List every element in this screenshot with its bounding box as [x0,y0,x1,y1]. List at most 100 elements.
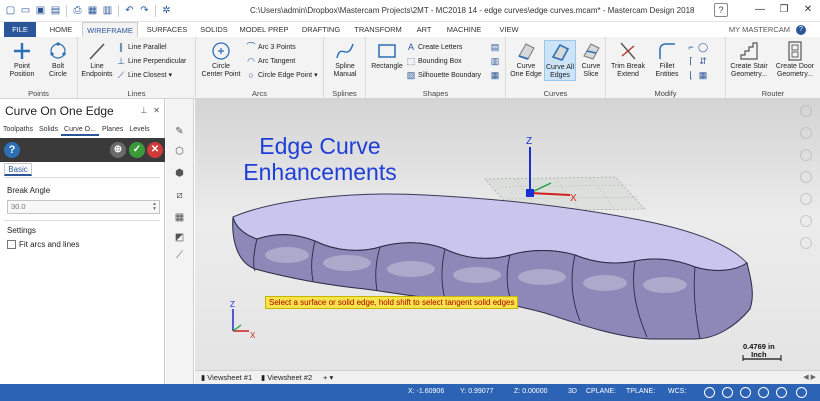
line-parallel-button[interactable]: ∥ Line Parallel [116,42,167,52]
viewsheet-tab-1[interactable]: ▮ Viewsheet #1 [201,371,252,385]
transparency-icon[interactable] [776,387,787,398]
undo-icon[interactable]: ↶ [123,4,136,17]
tab-file[interactable]: FILE [4,22,36,37]
fit-arcs-checkbox[interactable]: Fit arcs and lines [7,240,79,249]
manager-tab-curve-one-edge[interactable]: Curve O... [61,124,99,136]
line-endpoints-button[interactable]: Line Endpoints [80,40,114,79]
manager-tab-planes[interactable]: Planes [99,124,126,136]
tplane-button[interactable]: TPLANE: [626,388,655,395]
viewsheet-tab-2[interactable]: ▮ Viewsheet #2 [261,371,312,385]
solid-cube-icon[interactable]: ⬢ [173,167,186,180]
view-control-icon[interactable] [800,127,812,139]
curve-all-edges-button[interactable]: Curve All Edges [544,40,576,81]
save-as-icon[interactable]: ▤ [49,4,62,17]
grid-icon[interactable]: ▦ [173,211,186,224]
line-perpendicular-button[interactable]: ⊥ Line Perpendicular [116,56,186,66]
tab-solids[interactable]: SOLIDS [196,22,232,37]
rectangle-button[interactable]: Rectangle [368,40,406,71]
shape-option-2-button[interactable]: ▥ [490,56,500,66]
view-control-icon[interactable] [800,237,812,249]
viewsheet-scroll[interactable]: ◀ ▶ [803,373,816,381]
shading-icon[interactable]: ◩ [173,231,186,244]
viewsheet-add-dropdown[interactable]: + ▾ [323,371,333,385]
minimize-button[interactable]: — [752,3,768,17]
manager-tab-toolpaths[interactable]: Toolpaths [0,124,36,136]
circle-edge-point-button[interactable]: ○ Circle Edge Point ▾ [246,70,317,80]
arc-tangent-button[interactable]: ◠ Arc Tangent [246,56,295,66]
spline-manual-button[interactable]: Spline Manual [327,40,363,79]
redo-icon[interactable]: ↷ [138,4,151,17]
open-recent-icon[interactable]: ▥ [101,4,114,17]
trim-break-extend-button[interactable]: Trim Break Extend [608,40,648,79]
modify-option-3-button[interactable]: ⌊ ▦ [686,70,708,80]
tab-art[interactable]: ART [412,22,436,37]
wireframe-mode-icon[interactable] [758,387,769,398]
cplane-button[interactable]: CPLANE: [586,388,616,395]
point-position-button[interactable]: Point Position [5,40,39,79]
tab-machine[interactable]: MACHINE [440,22,488,37]
wcs-button[interactable]: WCS: [668,388,686,395]
circle-center-point-button[interactable]: Circle Center Point [198,40,244,79]
restore-button[interactable]: ❐ [776,3,792,17]
print-icon[interactable]: ⎙ [71,4,84,17]
create-letters-button[interactable]: A Create Letters [406,42,462,52]
spinner-icon[interactable]: ▲ ▼ [152,202,157,212]
manager-tab-levels[interactable]: Levels [126,124,152,136]
ok-and-create-new-icon[interactable]: ⊕ [110,142,126,158]
silhouette-boundary-button[interactable]: ▧ Silhouette Boundary [406,70,481,80]
view-control-icon[interactable] [800,215,812,227]
fillet-entities-button[interactable]: Fillet Entities [650,40,684,79]
tab-drafting[interactable]: DRAFTING [296,22,346,37]
close-window-button[interactable]: ✕ [800,3,816,17]
tab-basic[interactable]: Basic [4,163,32,176]
tab-wireframe[interactable]: WIREFRAME [82,22,138,37]
bolt-circle-button[interactable]: Bolt Circle [42,40,74,79]
ok-icon[interactable]: ✓ [129,142,145,158]
modify-option-2-button[interactable]: ⌈ ⇵ [686,56,708,66]
tab-surfaces[interactable]: SURFACES [142,22,192,37]
shape-option-3-button[interactable]: ▦ [490,70,500,80]
break-angle-input[interactable]: 30.0 ▲ ▼ [7,200,160,214]
print-preview-icon[interactable]: ▦ [86,4,99,17]
curve-one-edge-button[interactable]: Curve One Edge [509,40,543,79]
new-icon[interactable]: ▢ [4,4,17,17]
panel-close-icon[interactable]: ✕ [153,106,160,115]
save-icon[interactable]: ▣ [34,4,47,17]
help-button[interactable]: ? [714,3,728,17]
tab-view[interactable]: VIEW [494,22,524,37]
help-icon[interactable]: ? [4,142,20,158]
line-closest-button[interactable]: ⟋ Line Closest ▾ [116,70,172,80]
bounding-box-button[interactable]: ⬚ Bounding Box [406,56,462,66]
mode-3d-toggle[interactable]: 3D [568,388,577,395]
open-icon[interactable]: ▭ [19,4,32,17]
graphics-viewport[interactable]: Z X Z X Edge Curve Enhancements Select a… [195,99,820,370]
section-icon[interactable]: ⧄ [173,189,186,202]
create-stair-geometry-button[interactable]: Create Stair Geometry... [726,40,772,79]
tab-transform[interactable]: TRANSFORM [350,22,406,37]
customize-icon[interactable]: ✲ [160,4,173,17]
shading-mode-icon[interactable] [740,387,751,398]
tab-model-prep[interactable]: MODEL PREP [236,22,292,37]
ribbon-help-icon[interactable]: ? [796,25,806,35]
arc-3-points-button[interactable]: ⌒ Arc 3 Points [246,42,295,52]
settings-icon[interactable] [796,387,807,398]
cancel-icon[interactable]: ✕ [147,142,163,158]
view-control-icon[interactable] [800,171,812,183]
shape-option-1-button[interactable]: ▤ [490,42,500,52]
render-mode-icon[interactable] [722,387,733,398]
pin-icon[interactable]: ⊥ [140,106,147,115]
eraser-icon[interactable]: ✎ [173,125,186,138]
modify-option-1-button[interactable]: ⌐ ◯ [686,42,708,52]
view-control-icon[interactable] [800,193,812,205]
view-control-icon[interactable] [800,105,812,117]
tab-home[interactable]: HOME [44,22,78,37]
manager-tab-solids[interactable]: Solids [36,124,61,136]
measure-icon[interactable]: ⟋ [173,249,186,262]
curve-slice-button[interactable]: Curve Slice [578,40,604,79]
view-globe-icon[interactable] [704,387,715,398]
view-control-icon[interactable] [800,149,812,161]
checkbox-box[interactable] [7,240,16,249]
cube-icon[interactable]: ⬡ [173,145,186,158]
create-door-geometry-button[interactable]: Create Door Geometry... [772,40,818,79]
my-mastercam-link[interactable]: MY MASTERCAM [729,25,790,34]
